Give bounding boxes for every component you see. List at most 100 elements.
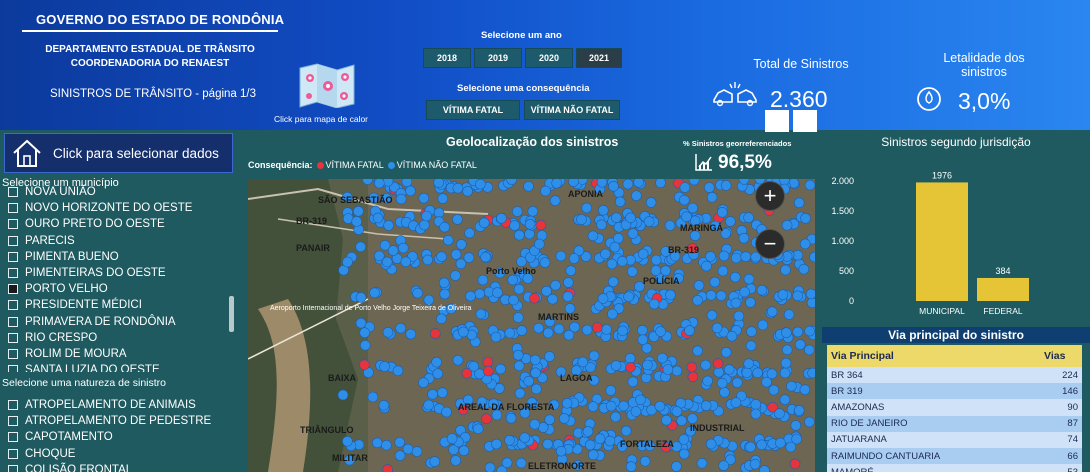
accident-marker (799, 238, 811, 250)
accident-marker (507, 274, 519, 286)
year-button-2018[interactable]: 2018 (423, 48, 471, 68)
municipality-item[interactable]: OURO PRETO DO OESTE (0, 216, 240, 232)
year-button-2019[interactable]: 2019 (474, 48, 522, 68)
column-header-road[interactable]: Via Principal (827, 350, 1042, 362)
column-header-count[interactable]: Vias (1042, 350, 1082, 362)
accident-marker (703, 182, 715, 193)
bar-municipal[interactable] (916, 182, 968, 301)
nature-item[interactable]: CAPOTAMENTO (0, 429, 240, 445)
nature-item[interactable]: COLISÃO FRONTAL (0, 462, 240, 472)
accident-marker (382, 327, 394, 338)
year-button-2020[interactable]: 2020 (525, 48, 573, 68)
checkbox[interactable] (8, 235, 18, 246)
municipality-item[interactable]: PRIMAVERA DE RONDÔNIA (0, 314, 240, 330)
road-count-cell: 53 (1042, 467, 1082, 472)
accident-marker (712, 358, 724, 369)
accident-marker (692, 345, 703, 357)
municipality-item[interactable]: ROLIM DE MOURA (0, 346, 240, 362)
heatmap-map-icon[interactable] (298, 62, 356, 109)
municipality-item-label: NOVO HORIZONTE DO OESTE (25, 202, 193, 215)
checkbox[interactable] (8, 187, 18, 198)
accident-marker (472, 423, 484, 435)
municipality-item[interactable]: PRESIDENTE MÉDICI (0, 297, 240, 313)
legend-fatal-dot (316, 161, 324, 169)
nature-item[interactable]: ATROPELAMENTO DE ANIMAIS (0, 397, 240, 413)
accident-marker (705, 251, 716, 262)
accident-marker (800, 212, 811, 224)
checkbox[interactable] (8, 464, 18, 472)
checkbox[interactable] (8, 400, 18, 411)
year-button-2021[interactable]: 2021 (576, 48, 622, 68)
map-place-label: AREAL DA FLORESTA (458, 402, 555, 412)
map-canvas[interactable]: SÃO SEBASTIÃO APONIA BR-319 PANAIR MARINGÁ Po… (248, 179, 815, 472)
bar-federal[interactable] (977, 277, 1029, 301)
municipality-item[interactable]: RIO CRESPO (0, 330, 240, 346)
accident-marker (716, 206, 728, 218)
accident-marker (627, 376, 639, 388)
checkbox[interactable] (8, 203, 18, 214)
accident-marker (789, 458, 801, 470)
accident-marker (700, 359, 711, 371)
municipality-item[interactable]: PIMENTEIRAS DO OESTE (0, 265, 240, 281)
accident-marker (597, 293, 609, 304)
accident-marker (495, 363, 506, 375)
checkbox[interactable] (8, 365, 18, 372)
table-row[interactable]: BR 364 224 (827, 367, 1082, 384)
accident-marker (630, 406, 642, 417)
accident-marker (501, 457, 513, 469)
table-row[interactable]: RIO DE JANEIRO 87 (827, 415, 1082, 432)
accident-marker (529, 419, 541, 430)
accident-marker (730, 297, 742, 309)
checkbox[interactable] (8, 332, 18, 343)
municipality-item[interactable]: NOVA UNIÃO (0, 184, 240, 200)
municipality-item-label: PARECIS (25, 234, 75, 247)
accident-marker (752, 367, 763, 379)
accident-marker (686, 361, 698, 373)
table-row[interactable]: RAIMUNDO CANTUARIA 66 (827, 447, 1082, 465)
municipality-item[interactable]: SANTA LUZIA DO OESTE (0, 362, 240, 372)
table-row[interactable]: JATUARANA 74 (827, 431, 1082, 448)
consequence-button-fatal[interactable]: VÍTIMA FATAL (426, 100, 520, 120)
checkbox[interactable] (8, 268, 18, 279)
accident-marker (730, 252, 742, 264)
accident-marker (542, 438, 554, 450)
accident-marker (452, 182, 464, 194)
municipality-item[interactable]: PIMENTA BUENO (0, 249, 240, 265)
nature-item[interactable]: CHOQUE (0, 446, 240, 462)
legend-nonfatal-dot (387, 161, 395, 169)
select-data-button[interactable]: Click para selecionar dados (4, 133, 233, 173)
nature-item[interactable]: ATROPELAMENTO DE PEDESTRE (0, 413, 240, 429)
checkbox[interactable] (8, 284, 18, 295)
car-crash-icon (710, 80, 760, 115)
municipality-item[interactable]: PARECIS (0, 233, 240, 249)
municipality-scrollbar[interactable] (229, 296, 234, 332)
checkbox[interactable] (8, 448, 18, 459)
consequence-button-non-fatal[interactable]: VÍTIMA NÃO FATAL (524, 100, 620, 120)
accident-marker (512, 349, 524, 361)
checkbox[interactable] (8, 316, 18, 327)
checkbox[interactable] (8, 219, 18, 230)
zoom-out-button[interactable]: − (755, 229, 785, 259)
table-body: BR 364 224 BR 319 146 AMAZONAS 90 RIO DE JANEI… (827, 367, 1082, 472)
satellite-map[interactable]: SÃO SEBASTIÃO APONIA BR-319 PANAIR MARINGÁ Po… (248, 179, 815, 472)
checkbox[interactable] (8, 416, 18, 427)
table-row[interactable]: MAMORÉ53 (827, 464, 1082, 472)
accident-marker (555, 250, 567, 262)
checkbox[interactable] (8, 432, 18, 443)
accident-marker (618, 400, 630, 412)
road-count-cell: 74 (1067, 434, 1078, 446)
table-row[interactable]: BR 319 146 (827, 383, 1082, 400)
table-row[interactable]: AMAZONAS 90 (827, 399, 1082, 416)
municipality-item[interactable]: PORTO VELHO (0, 281, 240, 297)
accident-marker (437, 193, 449, 204)
municipality-item-label: ROLIM DE MOURA (25, 347, 127, 360)
accident-marker (441, 406, 452, 418)
accident-marker (523, 375, 535, 387)
checkbox[interactable] (8, 348, 18, 359)
accident-marker (378, 400, 390, 411)
checkbox[interactable] (8, 300, 18, 311)
zoom-in-button[interactable]: + (755, 181, 785, 211)
checkbox[interactable] (8, 251, 18, 262)
accident-marker (692, 295, 703, 306)
municipality-item[interactable]: NOVO HORIZONTE DO OESTE (0, 200, 240, 216)
